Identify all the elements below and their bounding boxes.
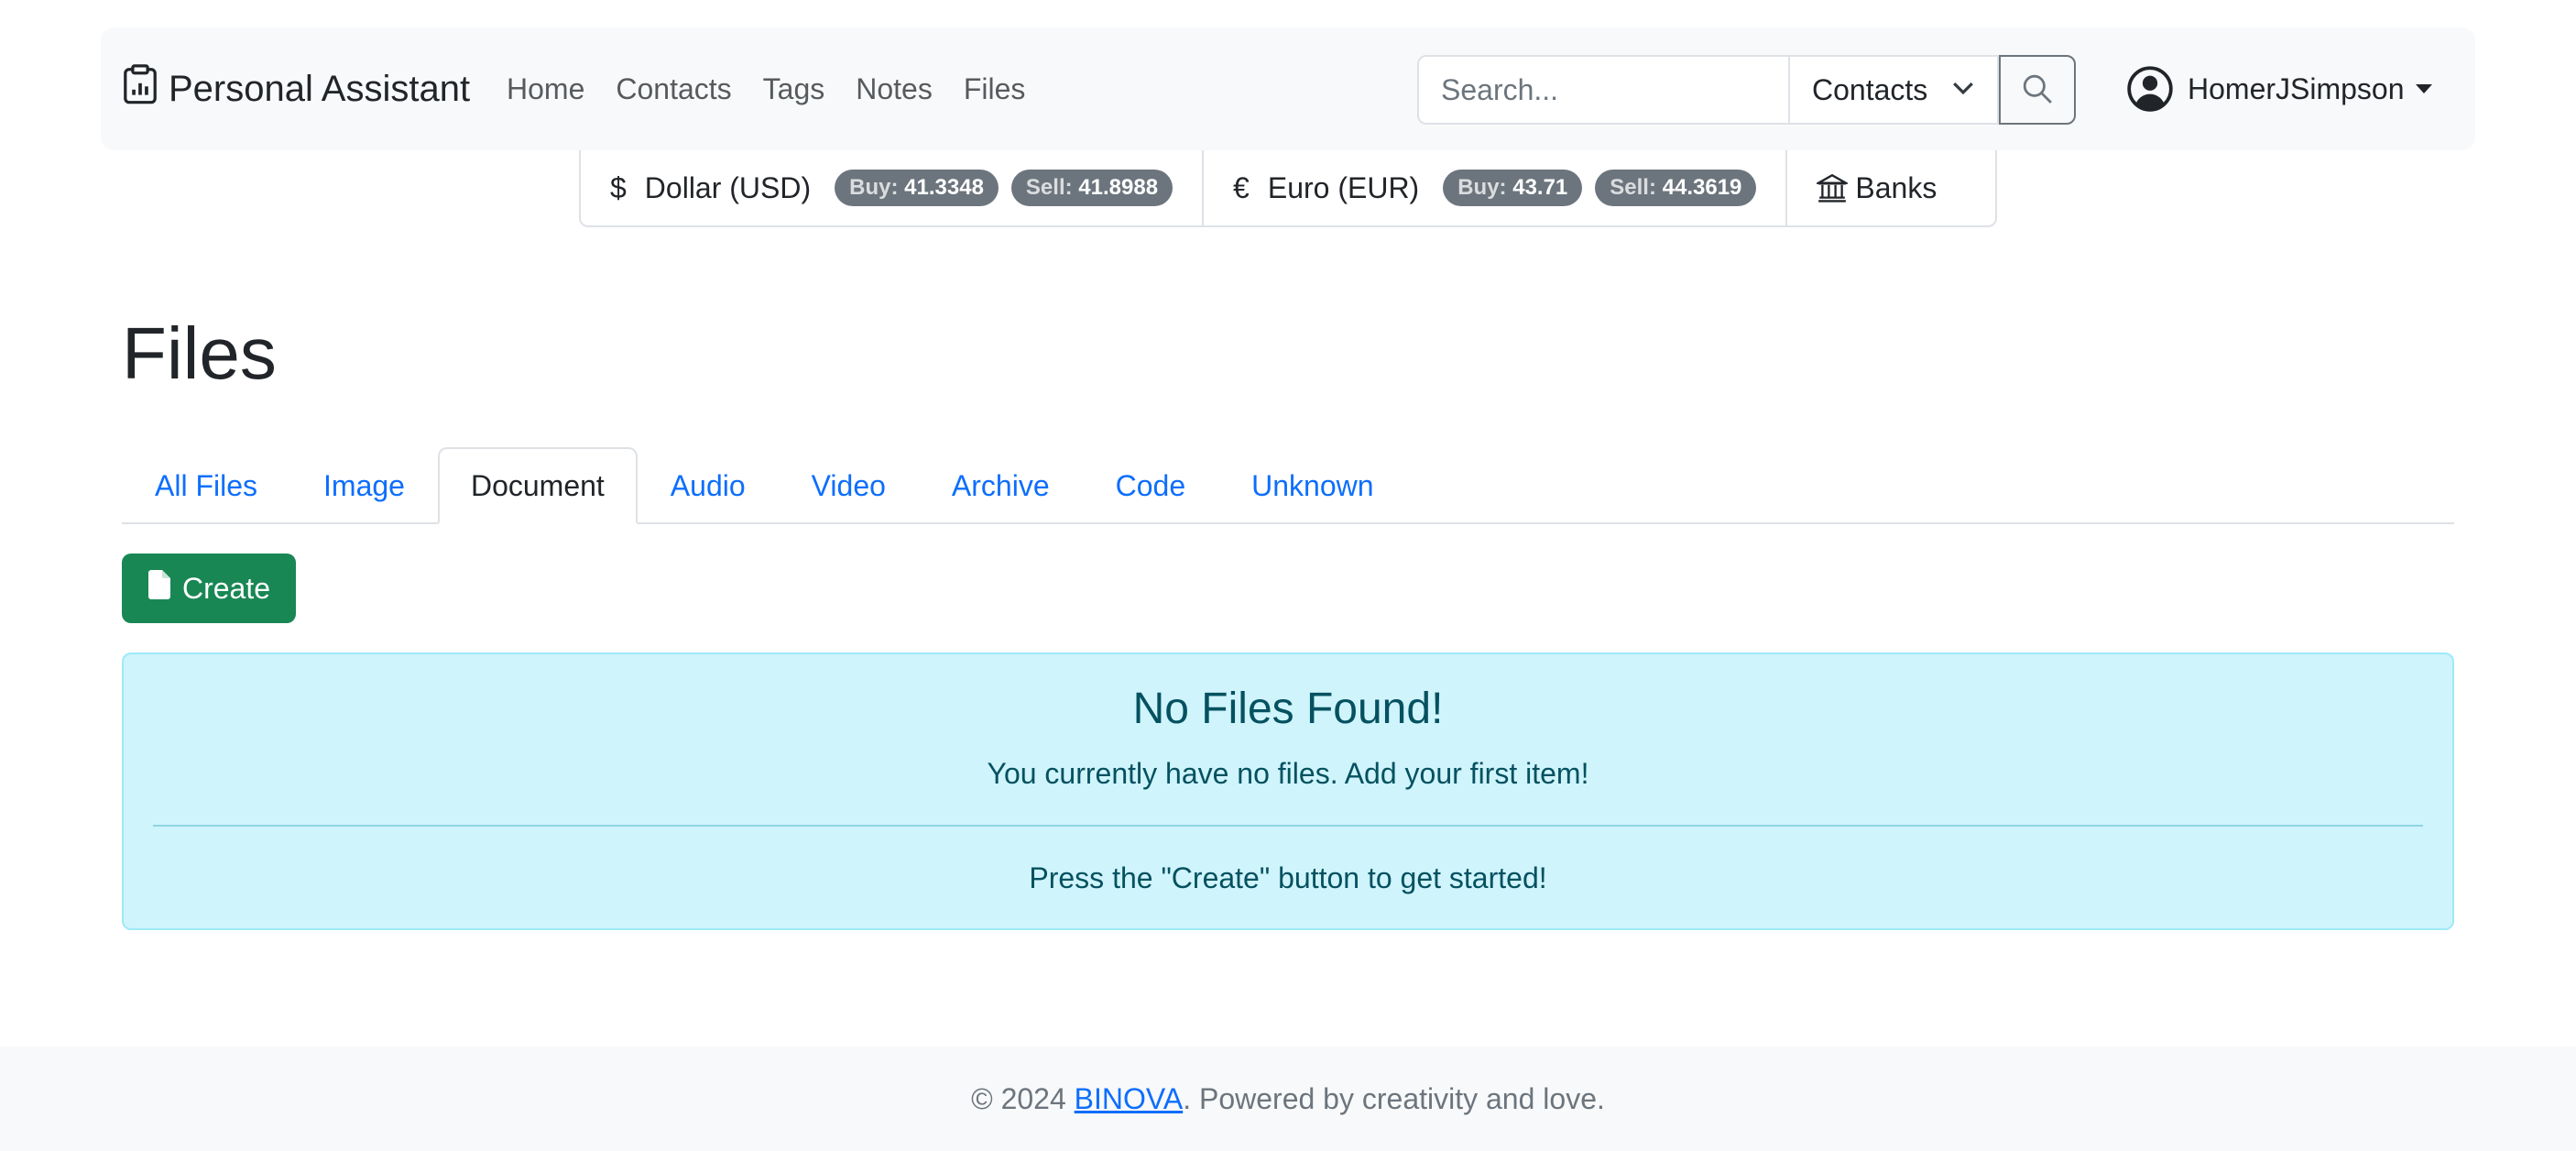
- alert-heading: No Files Found!: [1132, 685, 1444, 733]
- alert-text: You currently have no files. Add your fi…: [987, 757, 1589, 790]
- page-title: Files: [122, 312, 277, 394]
- bank-icon: [1817, 172, 1849, 203]
- dollar-icon: $: [610, 170, 627, 204]
- banks-link[interactable]: Banks: [1787, 150, 1966, 225]
- navbar: Personal Assistant Home Contacts Tags No…: [101, 27, 2475, 150]
- alert-hint: Press the "Create" button to get started…: [1029, 861, 1547, 894]
- file-type-tabs: All Files Image Document Audio Video Arc…: [122, 447, 2454, 524]
- file-icon: [147, 570, 171, 607]
- nav-link-contacts[interactable]: Contacts: [616, 72, 731, 106]
- currency-usd: $ Dollar (USD) Buy: 41.3348 Sell: 41.898…: [581, 150, 1205, 225]
- footer-copyright: © 2024: [971, 1081, 1075, 1115]
- tab-unknown[interactable]: Unknown: [1218, 447, 1406, 524]
- search-scope-value: Contacts: [1812, 72, 1928, 106]
- usd-sell-badge: Sell: 41.8988: [1010, 170, 1173, 206]
- tab-image[interactable]: Image: [290, 447, 438, 524]
- tab-all-files[interactable]: All Files: [122, 447, 290, 524]
- person-circle-icon: [2127, 66, 2173, 112]
- user-menu-toggle[interactable]: HomerJSimpson: [2127, 27, 2432, 150]
- nav-link-home[interactable]: Home: [507, 72, 584, 106]
- clipboard-data-icon: [123, 64, 158, 114]
- search-button[interactable]: [1999, 55, 2076, 125]
- eur-buy-badge: Buy: 43.71: [1443, 170, 1583, 206]
- currency-eur: € Euro (EUR) Buy: 43.71 Sell: 44.3619: [1204, 150, 1788, 225]
- caret-down-icon: [2415, 84, 2432, 93]
- create-button-label: Create: [181, 571, 271, 605]
- brand-label: Personal Assistant: [169, 68, 471, 109]
- nav-link-tags[interactable]: Tags: [763, 72, 825, 106]
- nav-link-files[interactable]: Files: [964, 72, 1026, 106]
- footer: © 2024 BINOVA. Powered by creativity and…: [0, 1047, 2576, 1151]
- currency-eur-name: Euro (EUR): [1267, 170, 1420, 204]
- euro-icon: €: [1233, 170, 1250, 204]
- tab-code[interactable]: Code: [1083, 447, 1219, 524]
- tab-archive[interactable]: Archive: [919, 447, 1083, 524]
- currency-usd-name: Dollar (USD): [644, 170, 812, 204]
- eur-sell-badge: Sell: 44.3619: [1595, 170, 1757, 206]
- search-form: Contacts: [1417, 55, 2076, 125]
- username: HomerJSimpson: [2188, 71, 2405, 105]
- currency-bar: $ Dollar (USD) Buy: 41.3348 Sell: 41.898…: [579, 150, 1997, 227]
- tab-document[interactable]: Document: [437, 447, 638, 524]
- chevron-down-icon: [1951, 73, 1975, 107]
- nav-link-notes[interactable]: Notes: [856, 72, 933, 106]
- footer-binova-link[interactable]: BINOVA: [1075, 1082, 1184, 1116]
- tab-audio[interactable]: Audio: [638, 447, 779, 524]
- search-input[interactable]: [1417, 55, 1788, 125]
- create-button[interactable]: Create: [122, 554, 296, 623]
- footer-tagline: . Powered by creativity and love.: [1183, 1081, 1605, 1115]
- usd-buy-badge: Buy: 41.3348: [835, 170, 999, 206]
- search-icon: [2022, 73, 2053, 107]
- banks-label: Banks: [1855, 170, 1937, 204]
- empty-state-alert: No Files Found! You currently have no fi…: [122, 652, 2454, 930]
- nav-links: Home Contacts Tags Notes Files: [507, 27, 1056, 150]
- search-scope-select[interactable]: Contacts: [1788, 55, 1999, 125]
- alert-divider: [153, 825, 2423, 827]
- tab-video[interactable]: Video: [779, 447, 919, 524]
- brand-link[interactable]: Personal Assistant: [123, 27, 470, 150]
